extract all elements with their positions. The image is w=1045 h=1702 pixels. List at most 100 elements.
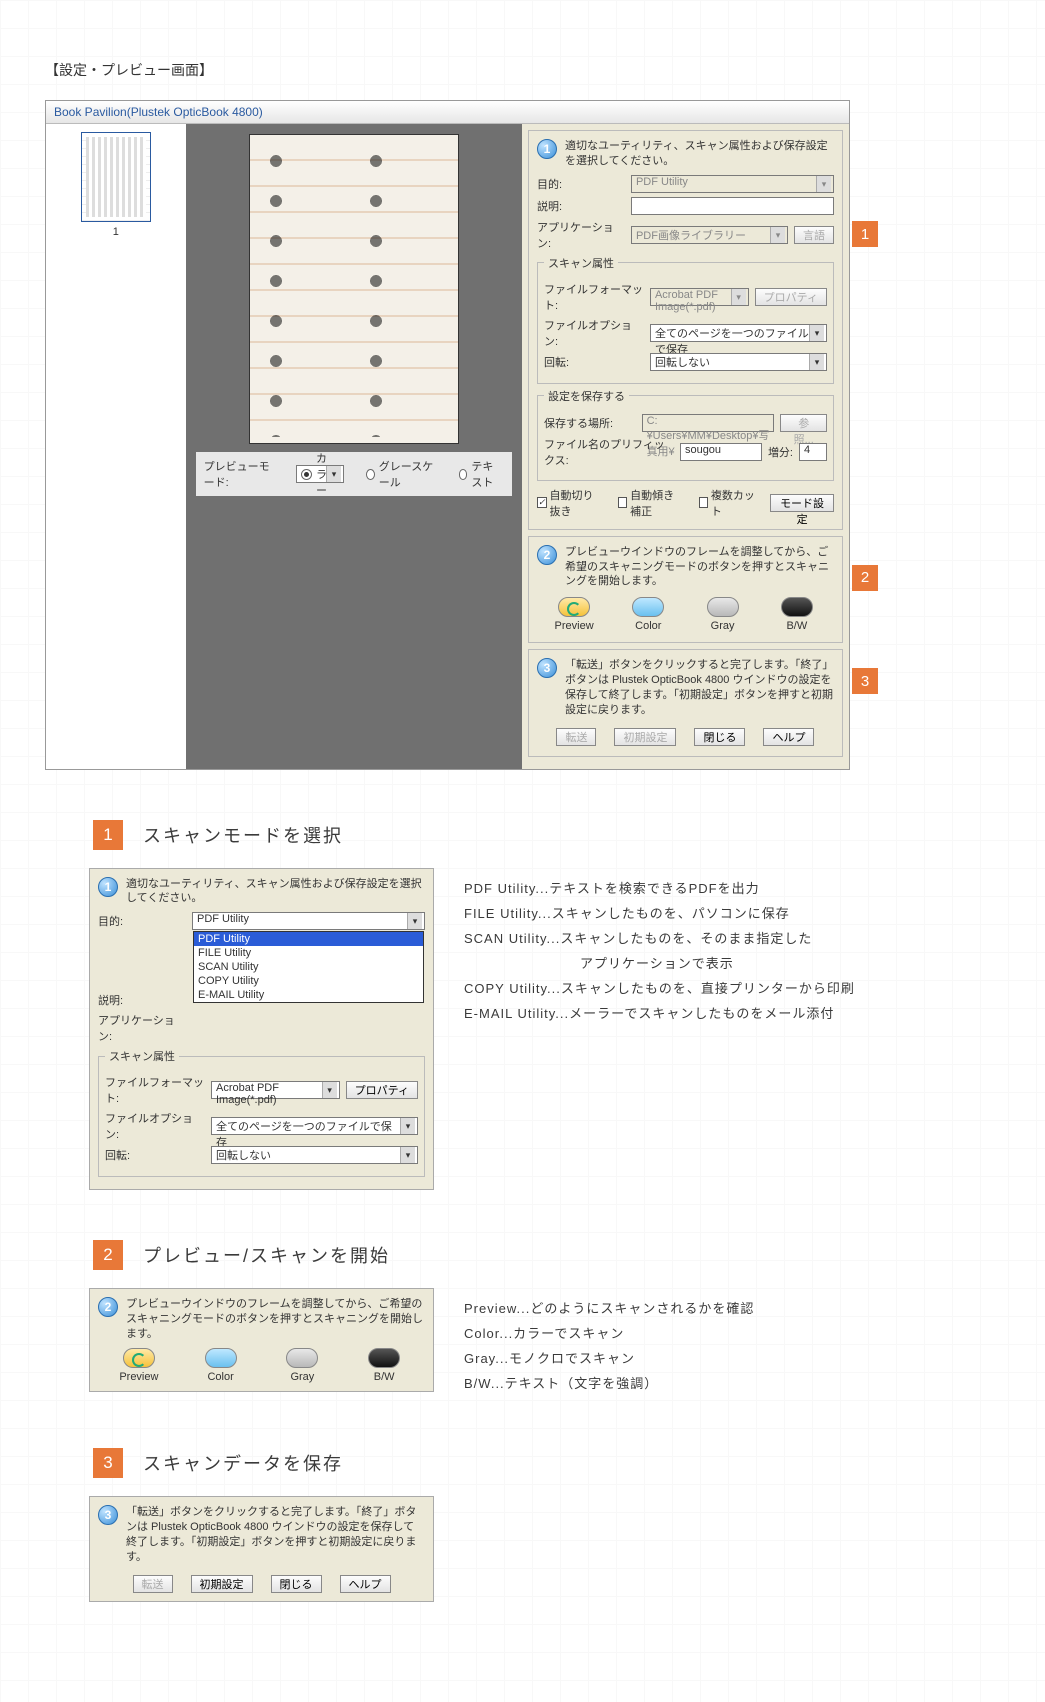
mini-preview-button[interactable]: Preview: [107, 1348, 171, 1383]
step3-panel: 3 3 「転送」ボタンをクリックすると完了します。「終了」ボタンは Pluste…: [528, 649, 843, 756]
desc-gray: Gray...モノクロでスキャン: [464, 1348, 955, 1367]
chk-multi[interactable]: 複数カット: [699, 487, 757, 519]
chk-autocrop[interactable]: ✓自動切り抜き: [537, 487, 604, 519]
mode-settings-button[interactable]: モード設定: [770, 494, 834, 512]
prefix-input[interactable]: sougou: [680, 443, 762, 461]
section2-head: 2 プレビュー/スキャンを開始: [45, 1240, 955, 1270]
section3-num: 3: [93, 1448, 123, 1478]
step3-text: 「転送」ボタンをクリックすると完了します。「終了」ボタンは Plustek Op…: [565, 658, 834, 717]
page-thumbnail[interactable]: [81, 132, 151, 222]
preview-button[interactable]: Preview: [548, 597, 600, 632]
desc-color: Color...カラーでスキャン: [464, 1323, 955, 1342]
thumbnail-column: 1: [46, 124, 186, 769]
prefix-label: ファイル名のプリフィックス:: [544, 436, 674, 468]
save-settings-group: 設定を保存する 保存する場所: C:¥Users¥MM¥Desktop¥写真用¥…: [537, 388, 834, 481]
app-label: アプリケーション:: [537, 219, 625, 251]
color-button[interactable]: Color: [622, 597, 674, 632]
section1-head: 1 スキャンモードを選択: [45, 820, 955, 850]
rotate-select[interactable]: 回転しない: [650, 353, 827, 371]
dd-item-email[interactable]: E-MAIL Utility: [194, 988, 423, 1002]
step-ball-1: 1: [537, 139, 557, 159]
section3-title: スキャンデータを保存: [143, 1450, 343, 1476]
preview-toolbar: プレビューモード: カラー グレースケール テキスト: [196, 452, 512, 496]
incr-input[interactable]: 4: [799, 443, 827, 461]
dd-item-file[interactable]: FILE Utility: [194, 946, 423, 960]
mini3-ball: 3: [98, 1505, 118, 1525]
radio-text[interactable]: テキスト: [459, 458, 504, 490]
mini-scan-attr: スキャン属性 ファイルフォーマット: Acrobat PDF Image(*.p…: [98, 1048, 425, 1177]
browse-button[interactable]: 参照...: [780, 414, 827, 432]
option-select[interactable]: 全てのページを一つのファイルで保存: [650, 324, 827, 342]
dd-item-copy[interactable]: COPY Utility: [194, 974, 423, 988]
desc-preview: Preview...どのようにスキャンされるかを確認: [464, 1298, 955, 1317]
mini-bw-button[interactable]: B/W: [352, 1348, 416, 1383]
dd-item-pdf[interactable]: PDF Utility: [194, 932, 423, 946]
close-button[interactable]: 閉じる: [694, 728, 745, 746]
dd-item-scan[interactable]: SCAN Utility: [194, 960, 423, 974]
mini-default-button[interactable]: 初期設定: [191, 1575, 253, 1593]
preview-icon: [123, 1348, 155, 1368]
save-loc-input[interactable]: C:¥Users¥MM¥Desktop¥写真用¥: [642, 414, 775, 432]
thumbnail-number: 1: [54, 226, 178, 238]
callout-3: 3: [852, 668, 878, 694]
callout-2: 2: [852, 565, 878, 591]
section1-num: 1: [93, 820, 123, 850]
desc-file: FILE Utility...スキャンしたものを、パソコンに保存: [464, 903, 955, 922]
section3-panel: 3 「転送」ボタンをクリックすると完了します。「終了」ボタンは Plustek …: [89, 1496, 434, 1601]
bw-icon: [781, 597, 813, 617]
section1-desc: PDF Utility...テキストを検索できるPDFを出力 FILE Util…: [464, 868, 955, 1028]
section2-panel: 2 プレビューウインドウのフレームを調整してから、ご希望のスキャニングモードのボ…: [89, 1288, 434, 1392]
callout-1: 1: [852, 221, 878, 247]
window-titlebar: Book Pavilion(Plustek OpticBook 4800): [46, 101, 849, 124]
property-button[interactable]: プロパティ: [755, 288, 827, 306]
mini3-text: 「転送」ボタンをクリックすると完了します。「終了」ボタンは Plustek Op…: [126, 1505, 425, 1564]
transfer-button[interactable]: 転送: [556, 728, 596, 746]
language-button[interactable]: 言語: [794, 226, 834, 244]
app-select[interactable]: PDF画像ライブラリー: [631, 226, 788, 244]
gray-button[interactable]: Gray: [697, 597, 749, 632]
mini-property-button[interactable]: プロパティ: [346, 1081, 418, 1099]
color-icon: [205, 1348, 237, 1368]
mini-close-button[interactable]: 閉じる: [271, 1575, 322, 1593]
desc-label: 説明:: [537, 198, 625, 214]
desc-input[interactable]: [631, 197, 834, 215]
mini2-text: プレビューウインドウのフレームを調整してから、ご希望のスキャニングモードのボタン…: [126, 1297, 425, 1342]
chk-skew[interactable]: 自動傾き補正: [618, 487, 685, 519]
mini-gray-button[interactable]: Gray: [270, 1348, 334, 1383]
desc-email: E-MAIL Utility...メーラーでスキャンしたものをメール添付: [464, 1003, 955, 1022]
format-select[interactable]: Acrobat PDF Image(*.pdf): [650, 288, 749, 306]
mini-option-select[interactable]: 全てのページを一つのファイルで保存: [211, 1117, 418, 1135]
gray-icon: [707, 597, 739, 617]
scan-attr-group: スキャン属性 ファイルフォーマット: Acrobat PDF Image(*.p…: [537, 255, 834, 384]
step2-text: プレビューウインドウのフレームを調整してから、ご希望のスキャニングモードのボタン…: [565, 545, 834, 590]
gray-icon: [286, 1348, 318, 1368]
default-button[interactable]: 初期設定: [614, 728, 676, 746]
desc-pdf: PDF Utility...テキストを検索できるPDFを出力: [464, 878, 955, 897]
radio-grayscale[interactable]: グレースケール: [366, 458, 437, 490]
mini-purpose-select[interactable]: PDF Utility PDF Utility FILE Utility SCA…: [192, 912, 425, 930]
mini1-text: 適切なユーティリティ、スキャン属性および保存設定を選択してください。: [126, 877, 425, 907]
help-button[interactable]: ヘルプ: [763, 728, 814, 746]
save-legend: 設定を保存する: [544, 388, 629, 404]
section2-desc: Preview...どのようにスキャンされるかを確認 Color...カラーでス…: [464, 1288, 955, 1398]
bw-icon: [368, 1348, 400, 1368]
desc-scan: SCAN Utility...スキャンしたものを、そのまま指定した: [464, 928, 955, 947]
bw-button[interactable]: B/W: [771, 597, 823, 632]
step1-panel: 1 1 適切なユーティリティ、スキャン属性および保存設定を選択してください。 目…: [528, 130, 843, 530]
desc-scan2: アプリケーションで表示: [464, 953, 955, 972]
radio-color[interactable]: カラー: [296, 465, 344, 483]
preview-document[interactable]: [249, 134, 459, 444]
app-window: Book Pavilion(Plustek OpticBook 4800) 1 …: [45, 100, 850, 770]
settings-column: 1 1 適切なユーティリティ、スキャン属性および保存設定を選択してください。 目…: [522, 124, 849, 769]
purpose-select[interactable]: PDF Utility: [631, 175, 834, 193]
mini-rotate-select[interactable]: 回転しない: [211, 1146, 418, 1164]
mini-help-button[interactable]: ヘルプ: [340, 1575, 391, 1593]
mini-format-select[interactable]: Acrobat PDF Image(*.pdf): [211, 1081, 340, 1099]
mini-color-button[interactable]: Color: [189, 1348, 253, 1383]
step2-panel: 2 2 プレビューウインドウのフレームを調整してから、ご希望のスキャニングモード…: [528, 536, 843, 644]
preview-mode-label: プレビューモード:: [204, 458, 274, 490]
mini2-ball: 2: [98, 1297, 118, 1317]
mini1-ball: 1: [98, 877, 118, 897]
mini-transfer-button[interactable]: 転送: [133, 1575, 173, 1593]
format-label: ファイルフォーマット:: [544, 281, 644, 313]
